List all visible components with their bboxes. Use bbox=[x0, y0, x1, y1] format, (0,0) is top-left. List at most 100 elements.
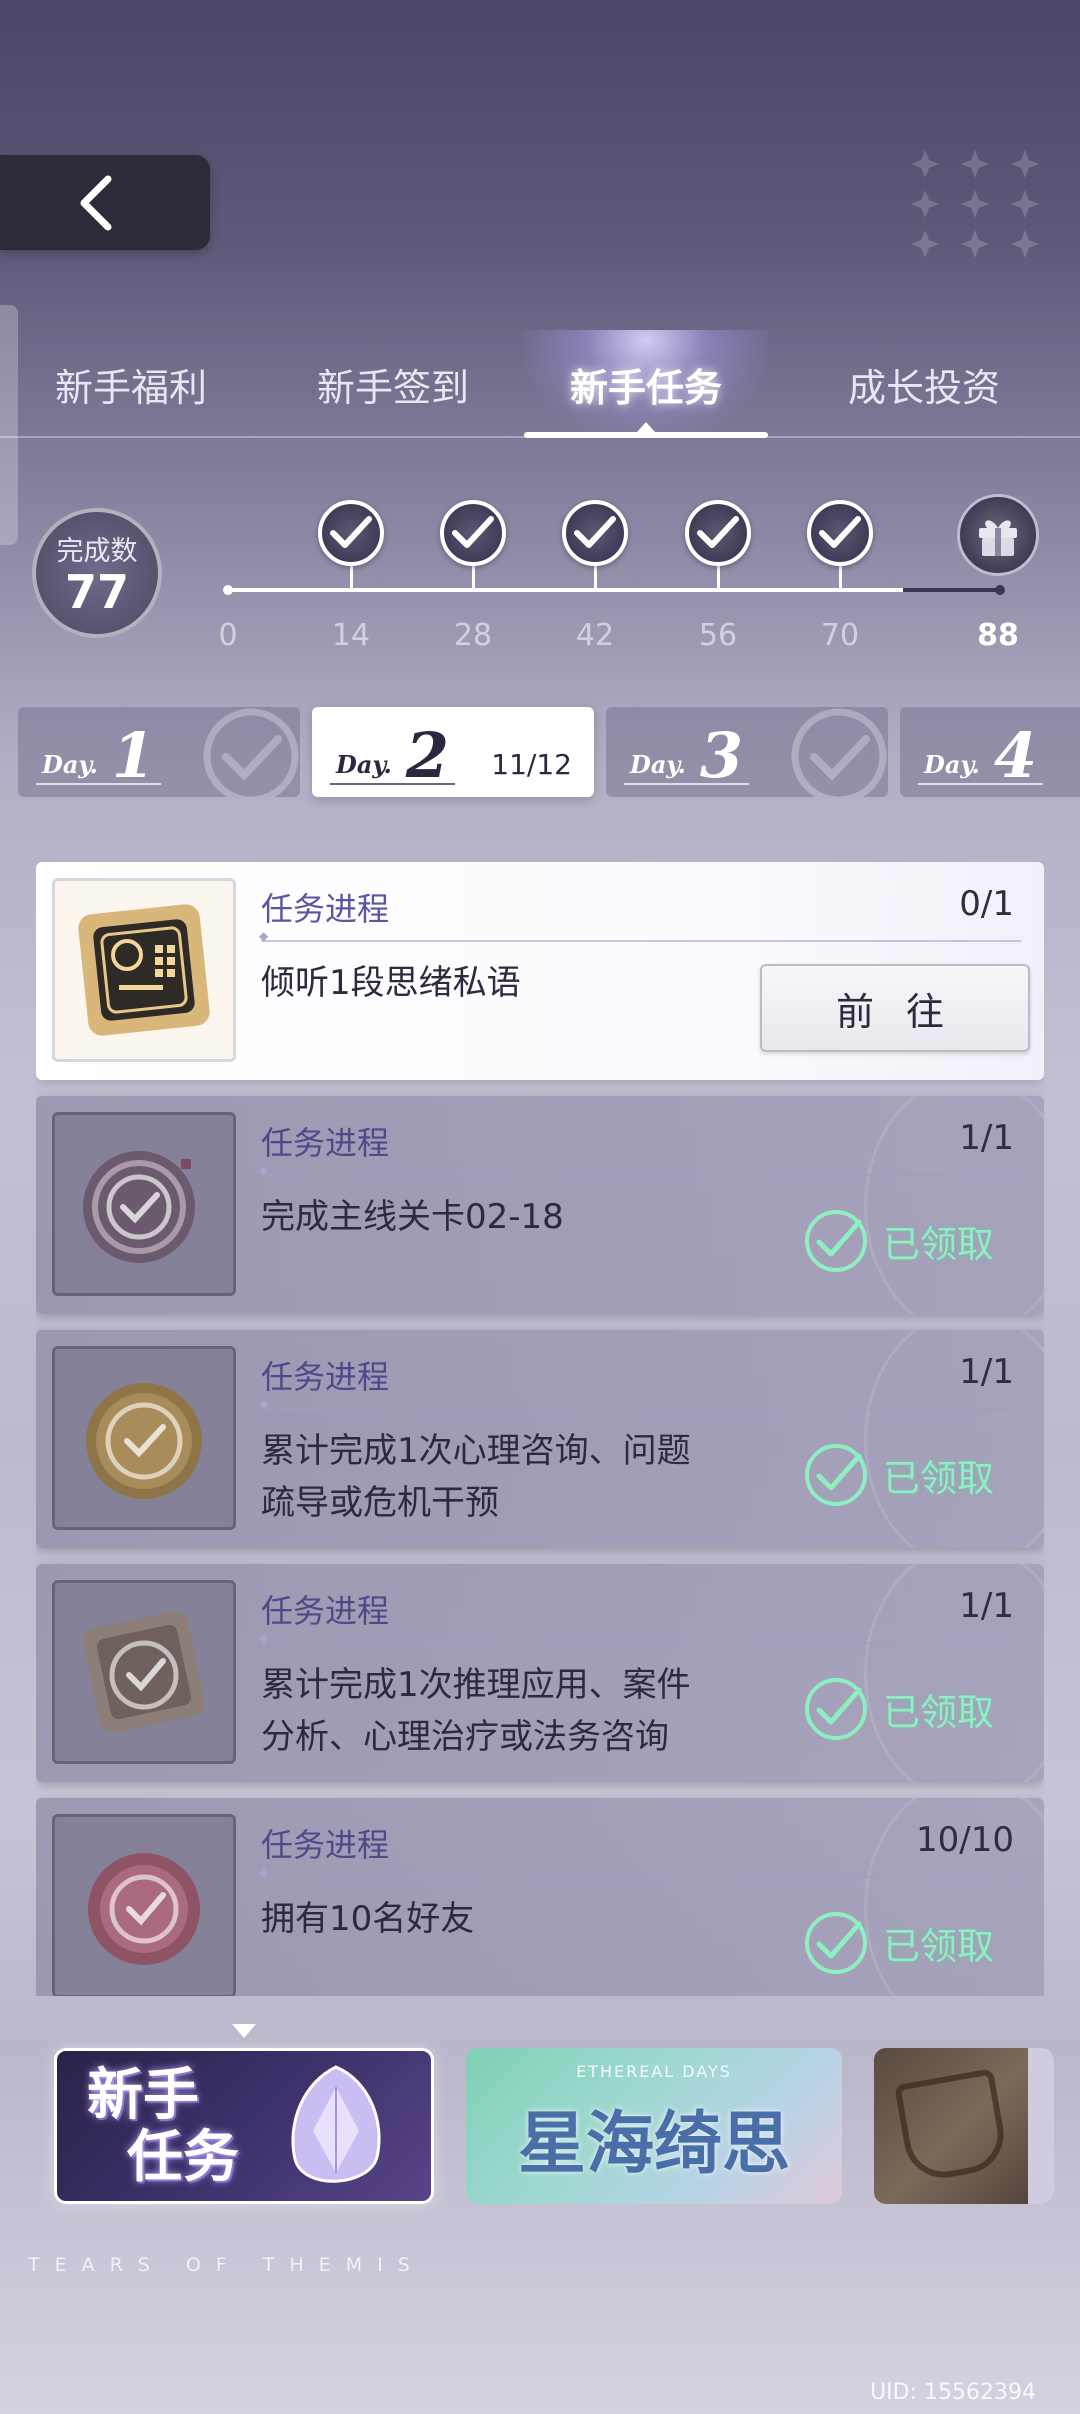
day-number: 1 bbox=[111, 719, 156, 793]
banner-edge bbox=[1028, 2048, 1054, 2204]
task-card: 任务进程 1/1 累计完成1次推理应用、案件分析、心理治疗或法务咨询 已领取 bbox=[36, 1564, 1044, 1782]
task-card: 任务进程 1/1 累计完成1次心理咨询、问题疏导或危机干预 已领取 bbox=[36, 1330, 1044, 1548]
shield-emblem-icon bbox=[894, 2068, 1010, 2184]
milestone-70-claimed[interactable] bbox=[807, 500, 873, 566]
task-card: 任务进程 10/10 拥有10名好友 已领取 bbox=[36, 1798, 1044, 1996]
milestone-stem bbox=[594, 566, 597, 588]
completion-count: 完成数 77 bbox=[32, 508, 162, 638]
tab-newbie-welfare[interactable]: 新手福利 bbox=[0, 330, 262, 438]
banner-title: 星海绮思 bbox=[517, 2104, 790, 2184]
task-divider bbox=[259, 929, 1021, 943]
check-icon bbox=[330, 516, 372, 548]
final-reward-button[interactable] bbox=[957, 494, 1039, 576]
task-progress-value: 0/1 bbox=[959, 884, 1014, 924]
day-word: Day. bbox=[630, 750, 686, 779]
milestone-stem bbox=[350, 566, 353, 588]
go-button[interactable]: 前 往 bbox=[760, 964, 1030, 1052]
task-card: 任务进程 0/1 倾听1段思绪私语 前 往 bbox=[36, 862, 1044, 1080]
check-icon bbox=[819, 516, 861, 548]
day-underline bbox=[36, 783, 161, 785]
banner-title: 新手 任务 bbox=[87, 2065, 239, 2189]
check-circle-icon bbox=[805, 1444, 867, 1506]
milestone-stem bbox=[472, 566, 475, 588]
back-button[interactable] bbox=[0, 155, 210, 250]
card-decoration bbox=[864, 1096, 1044, 1314]
day-underline bbox=[918, 783, 1043, 785]
day-word: Day. bbox=[336, 750, 392, 779]
tab-newbie-tasks[interactable]: 新手任务 bbox=[524, 330, 768, 438]
task-reward-icon[interactable] bbox=[52, 1580, 236, 1764]
chip-card-icon bbox=[78, 904, 210, 1036]
task-reward-icon[interactable] bbox=[52, 1112, 236, 1296]
task-progress-label: 任务进程 bbox=[261, 1826, 390, 1864]
claimed-label: 已领取 bbox=[883, 1223, 994, 1266]
day-number: 3 bbox=[699, 719, 744, 793]
task-divider bbox=[259, 1163, 1021, 1177]
check-icon bbox=[697, 516, 739, 548]
milestone-label: 28 bbox=[453, 618, 493, 653]
day-underline bbox=[624, 783, 749, 785]
progress-track bbox=[228, 588, 998, 592]
brand-text: TEARS OF THEMIS bbox=[28, 2254, 425, 2276]
task-reward-icon[interactable] bbox=[52, 1346, 236, 1530]
milestone-42-claimed[interactable] bbox=[562, 500, 628, 566]
milestone-56-claimed[interactable] bbox=[685, 500, 751, 566]
claimed-status: 已领取 bbox=[803, 1910, 994, 1976]
task-divider bbox=[259, 1631, 1021, 1645]
milestone-label: 14 bbox=[331, 618, 371, 653]
task-card: 任务进程 1/1 完成主线关卡02-18 已领取 bbox=[36, 1096, 1044, 1314]
card-decoration bbox=[864, 1564, 1044, 1782]
task-progress-label: 任务进程 bbox=[261, 890, 390, 928]
milestone-28-claimed[interactable] bbox=[440, 500, 506, 566]
check-icon bbox=[452, 516, 494, 548]
tab-newbie-signin[interactable]: 新手签到 bbox=[262, 330, 524, 438]
milestone-dot bbox=[995, 585, 1005, 595]
day-word: Day. bbox=[42, 750, 98, 779]
banner-star-sea[interactable]: ETHEREAL DAYS 星海绮思 bbox=[466, 2048, 842, 2204]
task-progress-value: 1/1 bbox=[959, 1352, 1014, 1392]
card-decoration bbox=[864, 1330, 1044, 1548]
day-tab-3[interactable]: Day. 3 bbox=[606, 707, 888, 797]
task-progress-value: 10/10 bbox=[916, 1820, 1014, 1860]
day-tab-2[interactable]: Day. 2 11/12 bbox=[312, 707, 594, 797]
check-circle-icon bbox=[805, 1678, 867, 1740]
user-id: UID: 15562394 bbox=[870, 2380, 1036, 2405]
task-progress-label: 任务进程 bbox=[261, 1592, 390, 1630]
day-progress: 11/12 bbox=[491, 748, 572, 781]
day-word: Day. bbox=[924, 750, 980, 779]
check-circle-icon bbox=[805, 1912, 867, 1974]
claimed-label: 已领取 bbox=[883, 1925, 994, 1968]
completed-check-icon bbox=[203, 708, 299, 797]
task-divider bbox=[259, 1397, 1021, 1411]
banner-third[interactable] bbox=[874, 2048, 1054, 2204]
task-reward-icon[interactable] bbox=[52, 1814, 236, 1996]
milestone-14-claimed[interactable] bbox=[318, 500, 384, 566]
tab-growth-investment[interactable]: 成长投资 bbox=[768, 330, 1080, 438]
task-description: 倾听1段思绪私语 bbox=[261, 963, 521, 1003]
milestone-stem bbox=[839, 566, 842, 588]
gold-coin-icon bbox=[86, 1383, 202, 1499]
task-progress-value: 1/1 bbox=[959, 1118, 1014, 1158]
check-circle-icon bbox=[805, 1210, 867, 1272]
check-icon bbox=[574, 516, 616, 548]
claimed-status: 已领取 bbox=[803, 1442, 994, 1508]
day-tab-1[interactable]: Day. 1 bbox=[18, 707, 300, 797]
star-pattern-icon bbox=[911, 150, 1039, 258]
banner-newbie-tasks[interactable]: 新手 任务 bbox=[54, 2048, 434, 2204]
square-token-icon bbox=[83, 1611, 205, 1733]
chevron-left-icon bbox=[80, 175, 112, 230]
milestone-dot bbox=[223, 585, 233, 595]
banner-subtitle: ETHEREAL DAYS bbox=[576, 2062, 732, 2081]
day-underline bbox=[330, 783, 455, 785]
task-description: 累计完成1次心理咨询、问题疏导或危机干预 bbox=[261, 1431, 691, 1523]
day-tab-4[interactable]: Day. 4 bbox=[900, 707, 1080, 797]
milestone-label: 70 bbox=[820, 618, 860, 653]
completion-count-label: 完成数 bbox=[56, 536, 138, 568]
task-list[interactable]: 任务进程 0/1 倾听1段思绪私语 前 往 任务进程 1/1 完成主线关卡02-… bbox=[36, 862, 1044, 1996]
selected-indicator bbox=[232, 2024, 256, 2038]
ring-token-icon bbox=[83, 1151, 195, 1263]
milestone-label-final: 88 bbox=[977, 618, 1019, 653]
claimed-status: 已领取 bbox=[803, 1676, 994, 1742]
milestone-label: 56 bbox=[698, 618, 738, 653]
task-reward-icon[interactable] bbox=[52, 878, 236, 1062]
